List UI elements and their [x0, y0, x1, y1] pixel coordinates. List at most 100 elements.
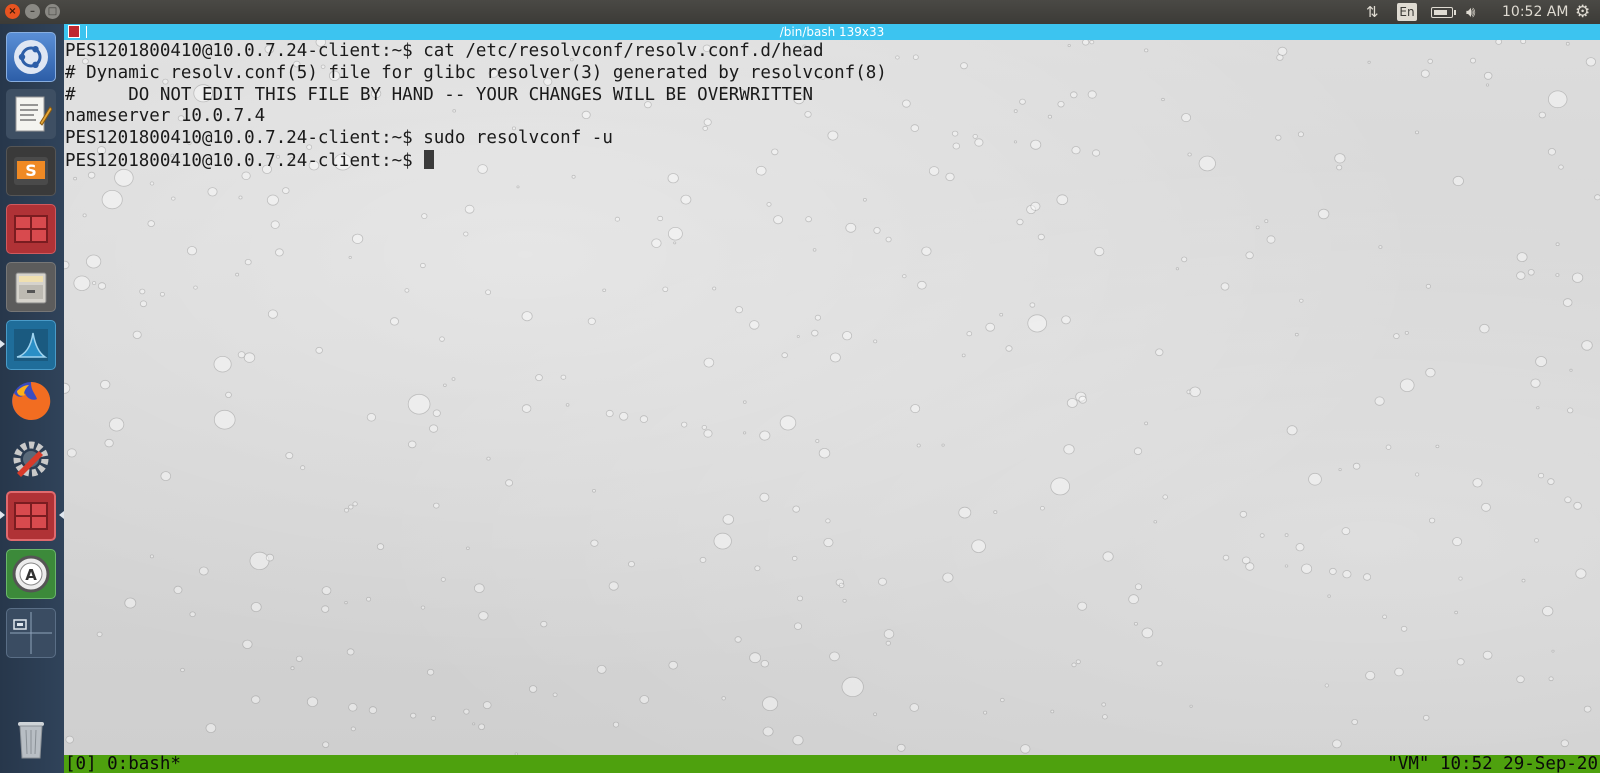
terminal-active-launcher[interactable] [6, 491, 56, 541]
workspace-switcher-launcher[interactable] [6, 608, 56, 658]
system-settings-launcher[interactable] [6, 434, 56, 484]
raindrop [1089, 40, 1095, 45]
raindrop [972, 134, 978, 139]
raindrop [681, 421, 688, 428]
trash-launcher[interactable] [6, 714, 56, 764]
wireshark-launcher[interactable] [6, 320, 56, 370]
raindrop [343, 507, 349, 513]
raindrop [941, 443, 945, 447]
launcher: S A [0, 24, 65, 773]
raindrop [1458, 576, 1463, 581]
raindrop [1334, 153, 1346, 164]
raindrop [171, 196, 176, 201]
raindrop [910, 404, 921, 414]
raindrop [1181, 113, 1191, 123]
raindrop [742, 431, 747, 435]
raindrop [1527, 269, 1535, 276]
raindrop [1162, 494, 1168, 500]
raindrop [1385, 444, 1392, 450]
software-updater-launcher[interactable]: A [6, 549, 56, 599]
raindrop [1299, 298, 1304, 303]
terminal-line: PES1201800410@10.0.7.24-client:~$ cat /e… [65, 41, 824, 61]
raindrop [662, 286, 669, 292]
raindrop [1555, 273, 1560, 277]
volume-icon[interactable]: 🔊︎ [1466, 0, 1475, 24]
raindrop [521, 404, 532, 413]
raindrop [902, 99, 911, 108]
raindrop [213, 356, 232, 373]
tmux-window-list[interactable]: [0] 0:bash* [65, 755, 181, 773]
raindrop [1338, 468, 1342, 472]
raindrop [410, 712, 417, 719]
raindrop [1239, 510, 1248, 518]
raindrop [1133, 447, 1143, 456]
clock[interactable]: 10:52 AM [1502, 0, 1568, 24]
firefox-icon [12, 381, 51, 420]
raindrop [587, 317, 596, 325]
keyboard-language-indicator[interactable]: En [1397, 3, 1417, 21]
software-updater-icon: A [12, 555, 50, 593]
window-close-button[interactable]: × [5, 4, 20, 19]
raindrop [668, 226, 683, 241]
terminal-window[interactable]: /bin/bash 139x33 PES1201800410@10.0.7.24… [64, 24, 1600, 773]
terminal-output[interactable]: PES1201800410@10.0.7.24-client:~$ cat /e… [65, 41, 887, 172]
dash-home-button[interactable] [6, 32, 56, 82]
raindrop [173, 585, 183, 595]
raindrop [1264, 219, 1269, 224]
file-manager-launcher[interactable] [6, 262, 56, 312]
raindrop [928, 166, 940, 176]
raindrop [1286, 425, 1298, 436]
raindrop [1400, 625, 1408, 632]
raindrop [1581, 340, 1593, 351]
raindrop [883, 629, 895, 639]
raindrop [735, 306, 743, 314]
raindrop [295, 655, 303, 662]
sublime-text-launcher[interactable]: S [6, 146, 56, 196]
terminal-launcher[interactable] [6, 204, 56, 254]
terminal-titlebar[interactable]: /bin/bash 139x33 [64, 24, 1600, 40]
raindrop [916, 443, 921, 448]
raindrop [1516, 271, 1526, 280]
raindrop [472, 722, 476, 726]
raindrop [612, 721, 620, 728]
raindrop [1564, 496, 1572, 504]
window-minimize-button[interactable]: – [25, 4, 40, 19]
raindrop [1547, 478, 1555, 485]
raindrop [267, 309, 278, 319]
raindrop [1327, 594, 1331, 598]
raindrop [1485, 83, 1490, 87]
raindrop [535, 374, 543, 382]
raindrop [1415, 472, 1420, 477]
raindrop [1030, 139, 1042, 150]
raindrop [351, 233, 364, 244]
settings-gear-icon[interactable]: ⚙ [1575, 0, 1590, 24]
raindrop [238, 195, 243, 200]
raindrop [1429, 517, 1436, 524]
raindrop [421, 213, 428, 220]
raindrop [1102, 714, 1108, 720]
trash-icon [18, 722, 44, 759]
raindrop [983, 710, 988, 715]
raindrop [1420, 69, 1430, 78]
terminator-app-icon [68, 25, 80, 38]
raindrop [842, 598, 847, 603]
raindrop [1175, 267, 1180, 271]
raindrop [1352, 462, 1361, 470]
battery-icon[interactable] [1431, 7, 1456, 18]
raindrop [1585, 57, 1597, 67]
raindrop [139, 300, 148, 308]
settings-wrench-icon [13, 441, 49, 477]
raindrop [1422, 714, 1430, 721]
text-editor-launcher[interactable] [6, 89, 56, 139]
raindrop [1156, 660, 1163, 667]
raindrop [420, 262, 426, 269]
network-icon[interactable]: ⇅ [1366, 0, 1379, 24]
window-maximize-button[interactable]: □ [45, 4, 60, 19]
terminal-prompt-line[interactable]: PES1201800410@10.0.7.24-client:~$ [65, 149, 887, 172]
raindrop [762, 726, 774, 737]
raindrop [1094, 246, 1105, 257]
firefox-launcher[interactable] [6, 376, 56, 426]
raindrop [1520, 40, 1527, 44]
raindrop [1482, 650, 1493, 660]
raindrop [1332, 739, 1342, 749]
